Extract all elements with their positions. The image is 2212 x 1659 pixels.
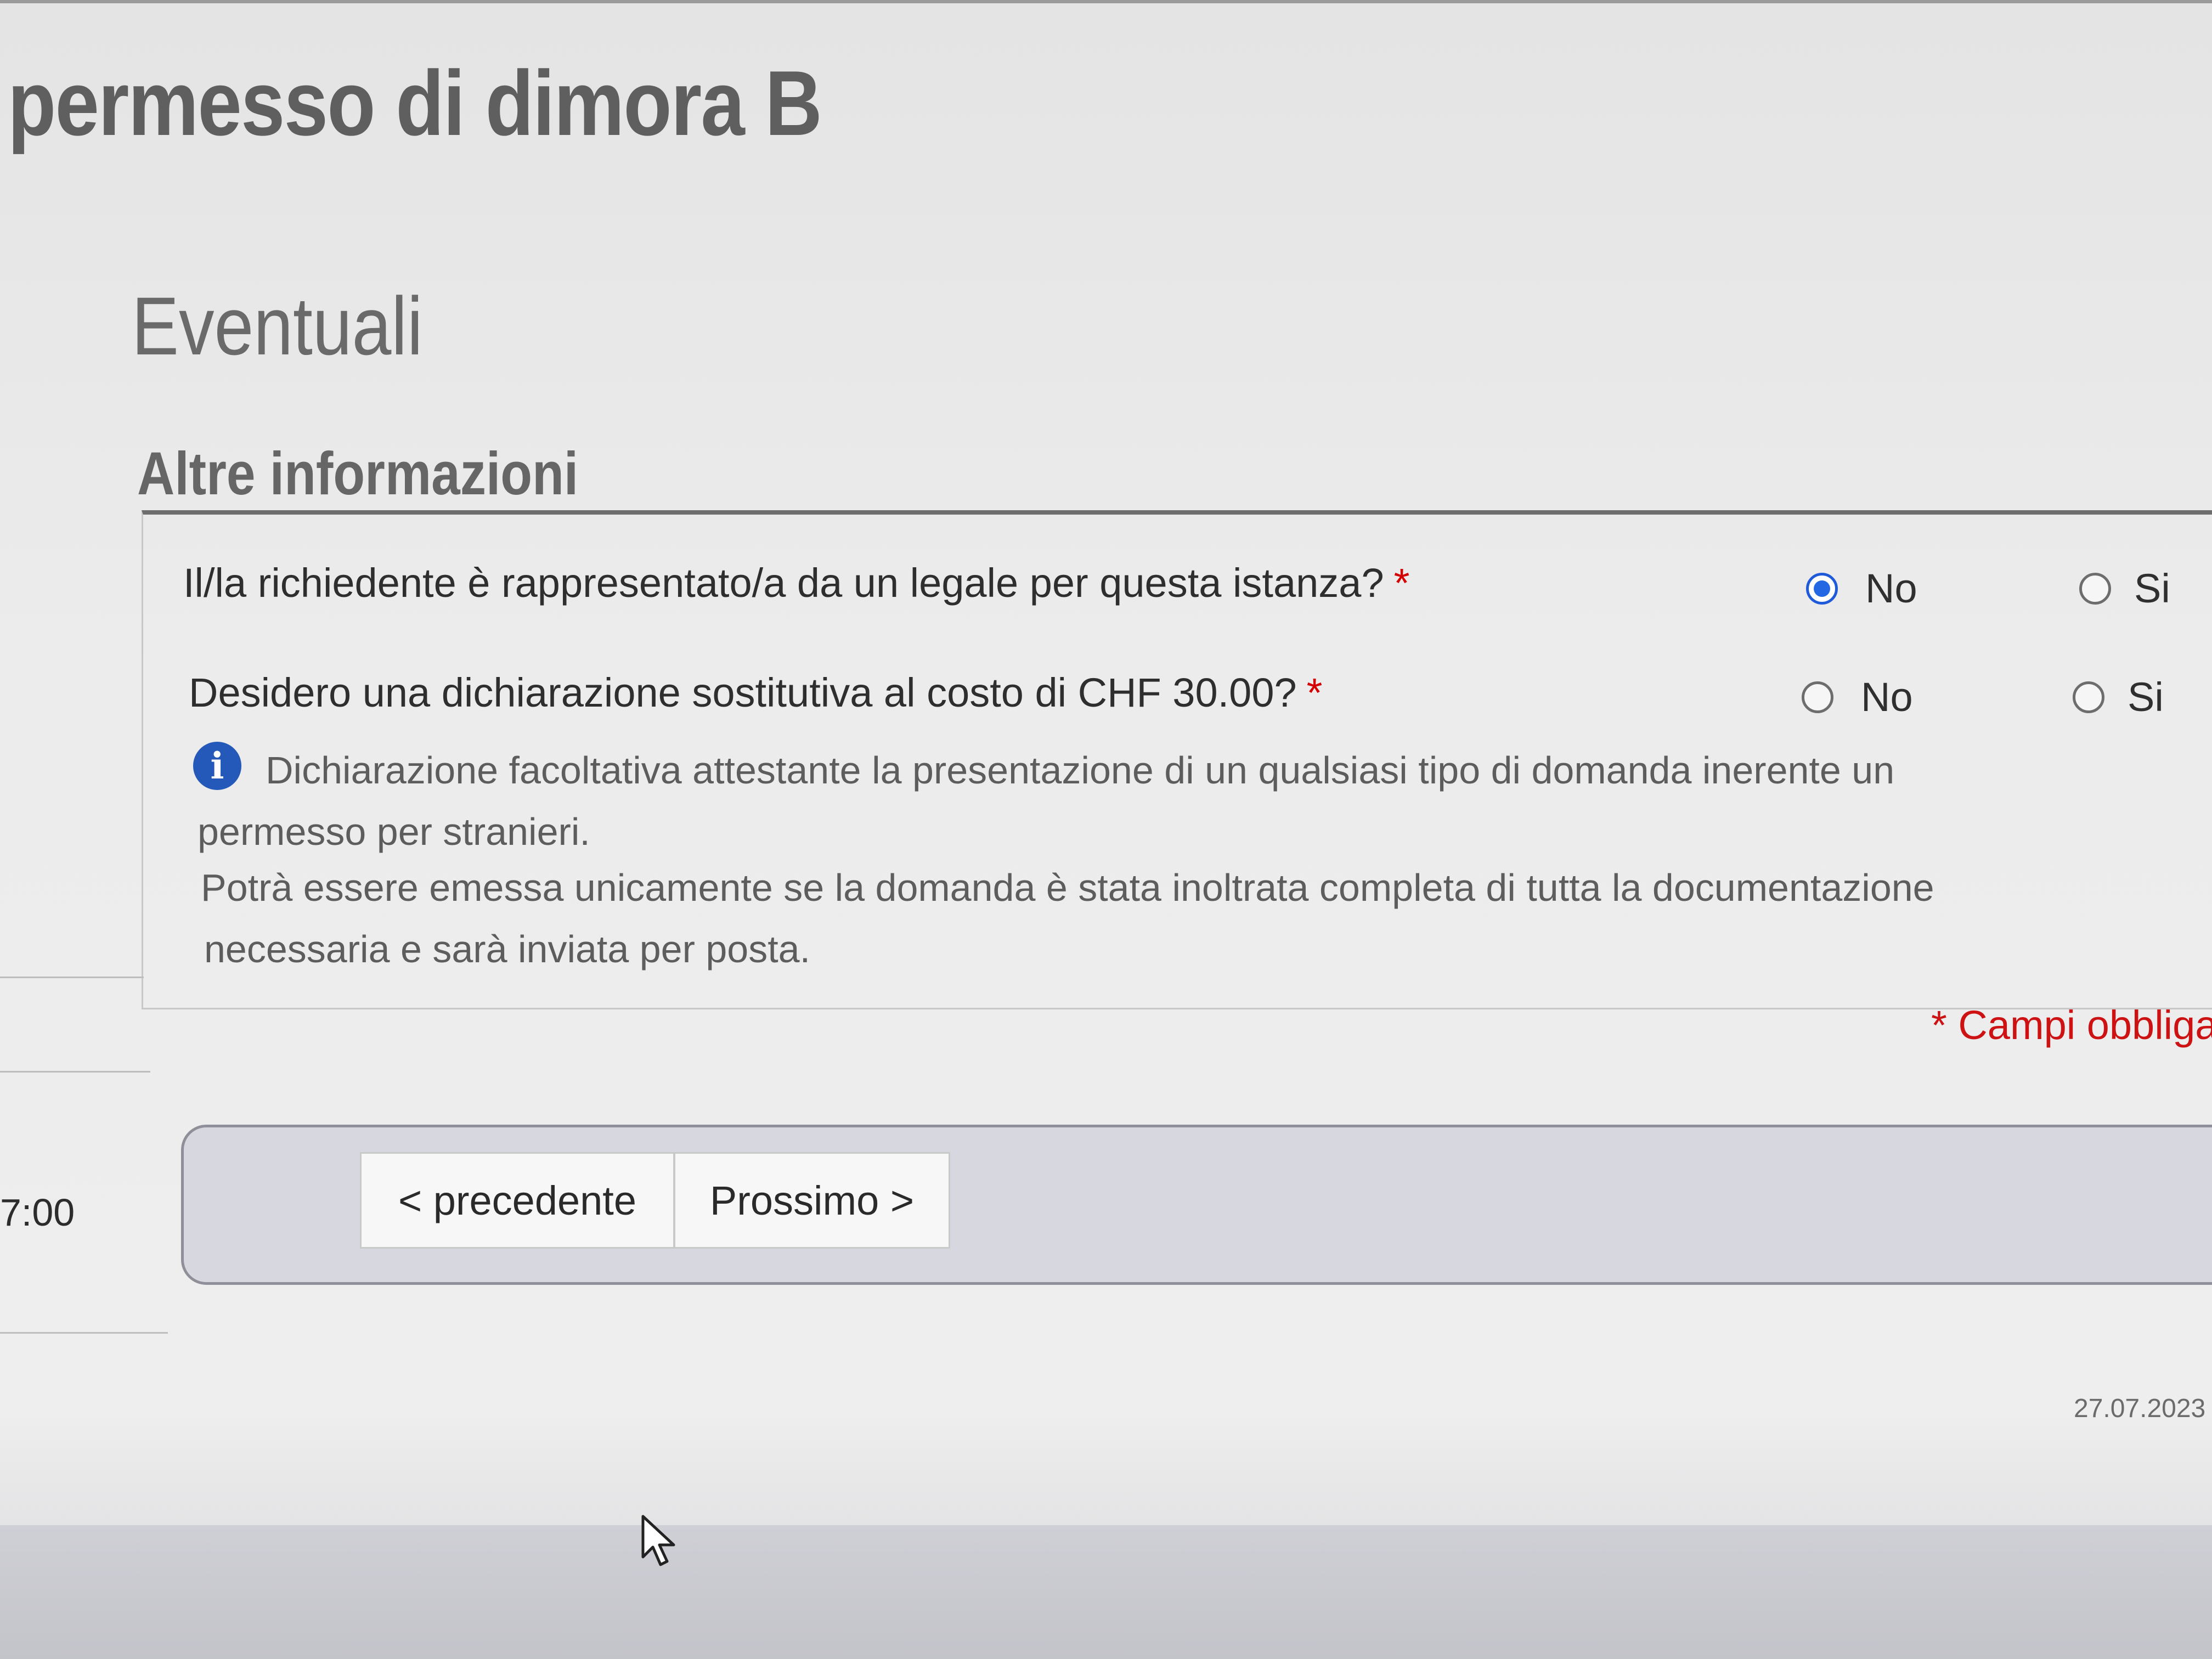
radio-button[interactable] xyxy=(1802,681,1833,713)
info-text-line-2: permesso per stranieri. xyxy=(198,810,590,853)
radio-declaration-no[interactable]: No xyxy=(1802,674,1913,720)
required-asterisk: * xyxy=(1393,560,1410,606)
fieldset-legend: Altre informazioni xyxy=(137,440,579,507)
radio-legal-si[interactable]: Si xyxy=(2079,565,2170,612)
next-button[interactable]: Prossimo > xyxy=(674,1152,950,1249)
page-title: permesso di dimora B xyxy=(8,52,822,155)
info-text-line-1: Dichiarazione facoltativa attestante la … xyxy=(266,749,1895,792)
info-text-line-4: necessaria e sarà inviata per posta. xyxy=(204,928,811,970)
radio-label-no: No xyxy=(1861,674,1913,720)
left-divider xyxy=(0,1332,168,1334)
left-divider xyxy=(0,977,144,978)
top-rule xyxy=(0,0,2212,3)
bottom-band xyxy=(0,1525,2212,1659)
required-asterisk: * xyxy=(1306,670,1323,715)
question-substitute-declaration: Desidero una dichiarazione sostitutiva a… xyxy=(189,669,1322,716)
session-timer: 7:00 xyxy=(0,1191,75,1234)
radio-button[interactable] xyxy=(2079,572,2111,605)
radio-label-si: Si xyxy=(2128,674,2164,720)
radio-declaration-si[interactable]: Si xyxy=(2073,674,2164,720)
info-text-line-3: Potrà essere emessa unicamente se la dom… xyxy=(201,866,1934,909)
question-label: Il/la richiedente è rappresentato/a da u… xyxy=(183,560,1384,606)
left-divider xyxy=(0,1071,150,1073)
previous-button[interactable]: < precedente xyxy=(360,1152,675,1249)
section-title: Eventuali xyxy=(132,280,423,372)
radio-label-no: No xyxy=(1865,566,1917,611)
required-fields-note: * Campi obbliga xyxy=(1931,1002,2212,1048)
radio-legal-no[interactable]: No xyxy=(1806,565,1917,612)
radio-label-si: Si xyxy=(2134,566,2170,611)
footer-date: 27.07.2023 xyxy=(2074,1394,2206,1423)
radio-button-checked[interactable] xyxy=(1806,572,1838,605)
mouse-pointer-icon xyxy=(641,1515,675,1566)
question-legal-representation: Il/la richiedente è rappresentato/a da u… xyxy=(183,560,1409,606)
info-circle-icon: i xyxy=(193,742,241,790)
radio-button[interactable] xyxy=(2073,681,2104,713)
question-label: Desidero una dichiarazione sostitutiva a… xyxy=(189,670,1297,715)
